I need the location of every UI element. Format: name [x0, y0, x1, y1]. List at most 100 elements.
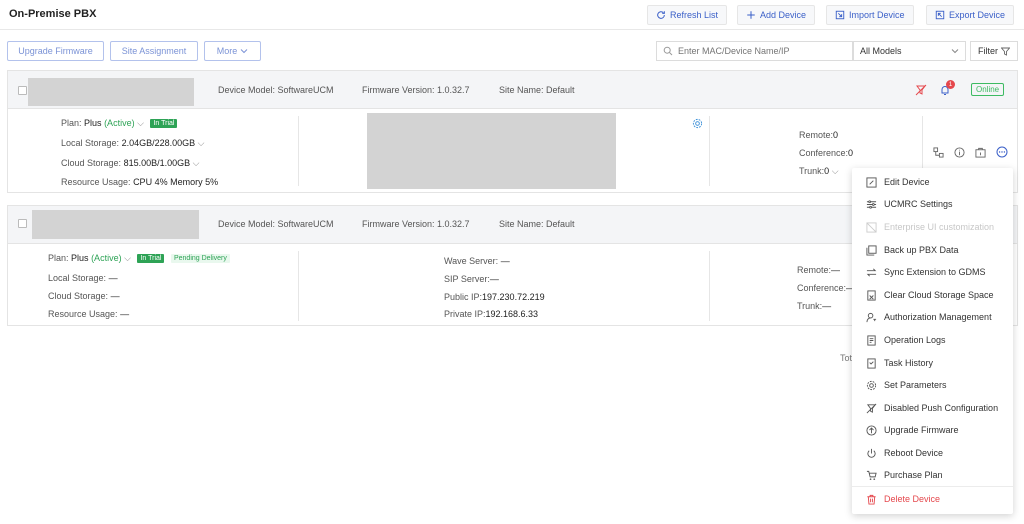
menu-item-label: UCMRC Settings — [884, 199, 953, 209]
conference-row: Conference:— — [797, 283, 855, 293]
cart-icon — [866, 470, 877, 480]
menu-item-delete-device[interactable]: Delete Device — [852, 488, 1013, 510]
log-icon — [867, 334, 876, 346]
export-icon — [935, 10, 945, 20]
menu-item-sync-extension[interactable]: Sync Extension to GDMS — [852, 261, 1013, 283]
trunk-row: Trunk:0 ⌵ — [799, 166, 839, 177]
trash-icon — [867, 494, 876, 505]
upgrade-icon — [866, 424, 877, 436]
plan-label: Plan: — [48, 253, 69, 263]
firmware-version: Firmware Version: 1.0.32.7 — [362, 219, 470, 229]
menu-item-label: Upgrade Firmware — [884, 425, 959, 435]
plan-value: Plus — [84, 118, 102, 128]
menu-item-label: Task History — [884, 358, 934, 368]
filter-button[interactable]: Filter — [970, 41, 1018, 61]
topology-icon[interactable] — [932, 146, 944, 158]
gear-icon[interactable] — [691, 117, 703, 129]
menu-item-label: Operation Logs — [884, 335, 946, 345]
import-icon — [835, 10, 845, 20]
device-model: Device Model: SoftwareUCM — [218, 219, 334, 229]
conference-row: Conference:0 — [799, 148, 853, 158]
chevron-down-icon — [240, 49, 248, 54]
model-select-value: All Models — [860, 46, 902, 56]
model-select[interactable]: All Models — [853, 41, 966, 61]
divider — [298, 116, 299, 186]
search-box[interactable] — [656, 41, 853, 61]
more-dropdown-button[interactable]: More — [204, 41, 261, 61]
info-icon[interactable] — [953, 146, 965, 158]
plan-value: Plus — [71, 253, 89, 263]
menu-item-disabled-push[interactable]: Disabled Push Configuration — [852, 397, 1013, 419]
refresh-list-button[interactable]: Refresh List — [647, 5, 728, 25]
trunk-label: Trunk: — [799, 166, 825, 176]
site-name: Site Name: Default — [499, 219, 575, 229]
filter-label: Filter — [978, 46, 998, 56]
local-storage-label: Local Storage: — [48, 273, 107, 283]
cloud-storage-label: Cloud Storage: — [61, 158, 122, 168]
clear-storage-icon — [867, 289, 876, 301]
pending-delivery-tag: Pending Delivery — [170, 254, 230, 264]
menu-item-backup-pbx[interactable]: Back up PBX Data — [852, 239, 1013, 261]
export-device-button[interactable]: Export Device — [926, 5, 1015, 25]
chevron-down-icon — [951, 49, 959, 54]
menu-item-label: Authorization Management — [884, 312, 992, 322]
sip-server-label: SIP Server: — [444, 274, 490, 284]
package-icon[interactable] — [974, 146, 986, 158]
more-options-icon[interactable] — [996, 146, 1008, 158]
menu-item-label: Sync Extension to GDMS — [884, 267, 986, 277]
local-storage-value: 2.04GB/228.00GB — [121, 138, 196, 148]
refresh-icon — [657, 11, 665, 19]
menu-item-clear-cloud-storage[interactable]: Clear Cloud Storage Space — [852, 284, 1013, 306]
chevron-down-icon[interactable]: ⌵ — [193, 158, 200, 168]
private-ip-row: Private IP:192.168.6.33 — [444, 309, 538, 319]
device-name-redacted — [28, 78, 194, 106]
user-key-icon — [866, 312, 877, 322]
plan-row: Plan: Plus (Active) ⌵ In Trial Pending D… — [48, 253, 230, 264]
menu-item-label: Clear Cloud Storage Space — [884, 290, 994, 300]
menu-item-label: Set Parameters — [884, 380, 947, 390]
device-info-redacted — [367, 113, 616, 189]
local-storage-row: Local Storage: 2.04GB/228.00GB ⌵ — [61, 138, 204, 149]
local-storage-row: Local Storage: — — [48, 273, 118, 283]
menu-item-purchase-plan[interactable]: Purchase Plan — [852, 464, 1013, 486]
add-device-button[interactable]: Add Device — [737, 5, 816, 25]
upgrade-firmware-button[interactable]: Upgrade Firmware — [7, 41, 104, 61]
chevron-down-icon[interactable]: ⌵ — [137, 118, 144, 128]
customize-icon — [866, 221, 877, 233]
menu-item-reboot-device[interactable]: Reboot Device — [852, 442, 1013, 464]
menu-item-task-history[interactable]: Task History — [852, 352, 1013, 374]
local-storage-label: Local Storage: — [61, 138, 120, 148]
notification-badge: 1 — [946, 80, 955, 89]
import-device-button[interactable]: Import Device — [826, 5, 914, 25]
menu-item-operation-logs[interactable]: Operation Logs — [852, 329, 1013, 351]
chevron-down-icon[interactable]: ⌵ — [198, 138, 205, 148]
menu-item-upgrade-firmware[interactable]: Upgrade Firmware — [852, 419, 1013, 441]
sync-icon — [866, 268, 877, 276]
menu-item-label: Reboot Device — [884, 448, 944, 458]
site-assignment-button[interactable]: Site Assignment — [110, 41, 198, 61]
search-input[interactable] — [678, 46, 848, 56]
device-checkbox[interactable] — [18, 86, 27, 95]
push-off-icon[interactable] — [915, 84, 927, 96]
remote-label: Remote: — [799, 130, 834, 140]
gear-icon — [866, 380, 877, 390]
menu-item-authorization-management[interactable]: Authorization Management — [852, 306, 1013, 328]
menu-item-enterprise-ui: Enterprise UI customization — [852, 216, 1013, 238]
menu-divider — [852, 486, 1013, 487]
conference-label: Conference: — [799, 148, 849, 158]
resource-usage-value: CPU 4% Memory 5% — [133, 177, 219, 187]
menu-item-label: Enterprise UI customization — [884, 222, 995, 232]
trunk-label: Trunk: — [797, 301, 823, 311]
sip-server-row: SIP Server:— — [444, 274, 499, 284]
chevron-down-icon[interactable]: ⌵ — [124, 253, 131, 263]
menu-item-set-parameters[interactable]: Set Parameters — [852, 374, 1013, 396]
cloud-storage-value: 815.00B/1.00GB — [123, 158, 191, 168]
chevron-down-icon[interactable]: ⌵ — [832, 166, 839, 176]
history-icon — [867, 357, 876, 369]
edit-icon — [866, 176, 877, 188]
plus-icon — [747, 11, 755, 19]
trial-tag: In Trial — [137, 254, 165, 264]
device-checkbox[interactable] — [18, 219, 27, 228]
menu-item-ucmrc-settings[interactable]: UCMRC Settings — [852, 193, 1013, 215]
menu-item-edit-device[interactable]: Edit Device — [852, 171, 1013, 193]
